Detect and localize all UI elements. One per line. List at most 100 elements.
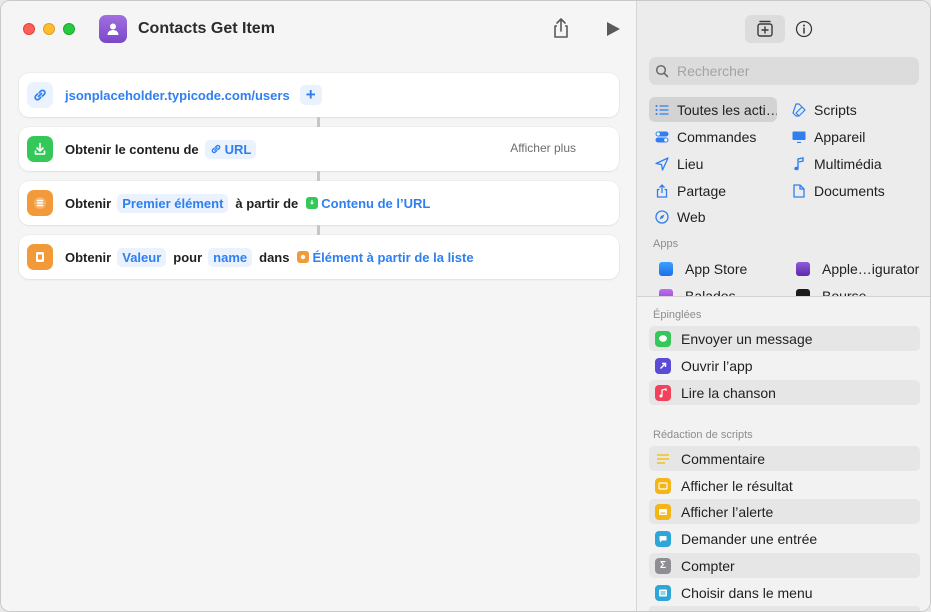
- url-action[interactable]: jsonplaceholder.typicode.com/users +: [19, 73, 619, 117]
- scripts-icon: [792, 102, 806, 117]
- pinned-send-message[interactable]: Envoyer un message: [649, 326, 920, 351]
- category-label: Appareil: [814, 128, 866, 145]
- dictionary-icon: [27, 244, 53, 270]
- scripting-section-label: Rédaction de scripts: [653, 429, 753, 441]
- message-bubble-icon: [655, 330, 671, 347]
- pinned-open-app[interactable]: Ouvrir l’app: [649, 353, 920, 378]
- get-value-action[interactable]: Obtenir Valeur pour name dans Élément à …: [19, 235, 619, 279]
- document-icon: [792, 183, 806, 198]
- script-count[interactable]: Σ Compter: [649, 553, 920, 578]
- list-item-label: Élément à partir de la liste: [312, 249, 474, 265]
- add-url-button[interactable]: +: [299, 85, 322, 105]
- quick-look-icon: [655, 477, 671, 494]
- category-label: Lieu: [677, 155, 704, 172]
- row-label: Envoyer un message: [681, 330, 813, 347]
- script-show-alert[interactable]: Afficher l’alerte: [649, 499, 920, 524]
- search-input[interactable]: [677, 63, 907, 79]
- list-icon: [297, 251, 310, 263]
- apps-clip: Balados Bourse: [637, 283, 930, 296]
- action-text: Obtenir le contenu de: [65, 141, 199, 157]
- shortcut-title[interactable]: Contacts Get Item: [138, 20, 275, 38]
- row-label: Afficher le résultat: [681, 477, 793, 494]
- category-label: Multimédia: [814, 155, 882, 172]
- shortcut-editor: Contacts Get Item jsonplaceholder.typico…: [1, 1, 636, 611]
- script-row-partial: [649, 606, 920, 611]
- contact-icon[interactable]: [99, 15, 127, 43]
- url-value[interactable]: jsonplaceholder.typicode.com/users: [65, 88, 290, 103]
- category-label: Web: [677, 208, 706, 225]
- key-token[interactable]: name: [208, 247, 253, 267]
- comment-lines-icon: [655, 451, 671, 467]
- shortcuts-window: Contacts Get Item jsonplaceholder.typico…: [0, 0, 931, 612]
- category-media[interactable]: Multimédia: [786, 151, 921, 176]
- list-bullet-icon: [655, 103, 669, 117]
- action-text-1: Obtenir: [65, 249, 112, 265]
- category-label: Scripts: [814, 101, 857, 118]
- share-icon[interactable]: [551, 17, 571, 39]
- show-more-button[interactable]: Afficher plus: [510, 141, 576, 155]
- get-item-action[interactable]: Obtenir Premier élément à partir de Cont…: [19, 181, 619, 225]
- row-label: Commentaire: [681, 450, 766, 467]
- app-label: Bourse: [822, 287, 867, 297]
- category-sharing[interactable]: Partage: [649, 178, 777, 203]
- app-apple-configurator[interactable]: Apple…igurator: [790, 256, 925, 281]
- download-icon: [27, 136, 53, 162]
- row-label: Afficher l’alerte: [681, 503, 774, 520]
- link-icon: [211, 144, 220, 154]
- action-connector: [317, 171, 320, 181]
- category-controls[interactable]: Commandes: [649, 124, 777, 149]
- url-contents-label: Contenu de l’URL: [321, 195, 431, 211]
- category-location[interactable]: Lieu: [649, 151, 777, 176]
- category-device[interactable]: Appareil: [786, 124, 921, 149]
- value-token[interactable]: Valeur: [117, 247, 167, 267]
- script-comment[interactable]: Commentaire: [649, 446, 920, 471]
- get-contents-action[interactable]: Obtenir le contenu de URL Afficher plus: [19, 127, 619, 171]
- list-item-token[interactable]: Élément à partir de la liste: [295, 248, 475, 267]
- row-label: Compter: [681, 557, 735, 574]
- script-show-result[interactable]: Afficher le résultat: [649, 473, 920, 498]
- podcasts-icon: [659, 288, 673, 296]
- app-app-store[interactable]: App Store: [653, 256, 781, 281]
- script-choose-from-menu[interactable]: Choisir dans le menu: [649, 580, 920, 605]
- location-arrow-icon: [655, 156, 669, 171]
- library-toggle-button[interactable]: [745, 15, 785, 43]
- action-connector: [317, 117, 320, 127]
- music-note-icon: [792, 156, 806, 171]
- monitor-icon: [792, 130, 806, 144]
- close-button[interactable]: [23, 23, 35, 35]
- url-token[interactable]: URL: [204, 139, 257, 159]
- play-icon[interactable]: [604, 20, 622, 38]
- script-ask-for-input[interactable]: Demander une entrée: [649, 526, 920, 551]
- row-label: Choisir dans le menu: [681, 584, 813, 601]
- minimize-button[interactable]: [43, 23, 55, 35]
- music-note-icon: [655, 384, 671, 401]
- app-stocks[interactable]: Bourse: [790, 283, 925, 296]
- title-bar: Contacts Get Item: [1, 1, 636, 57]
- url-contents-token[interactable]: Contenu de l’URL: [304, 194, 432, 213]
- category-all-actions[interactable]: Toutes les acti…: [649, 97, 777, 122]
- menu-icon: [655, 584, 671, 601]
- share-icon: [655, 183, 669, 198]
- row-label: Ouvrir l’app: [681, 357, 753, 374]
- category-web[interactable]: Web: [649, 204, 777, 229]
- category-label: Documents: [814, 182, 885, 199]
- category-documents[interactable]: Documents: [786, 178, 921, 203]
- download-icon: [306, 197, 319, 209]
- toggle-icon: [655, 130, 669, 144]
- category-label: Commandes: [677, 128, 757, 145]
- search-field[interactable]: [649, 57, 919, 85]
- item-selector-token[interactable]: Premier élément: [117, 193, 229, 213]
- apps-section-label: Apps: [653, 238, 679, 250]
- app-label: Apple…igurator: [822, 260, 920, 277]
- pinned-play-song[interactable]: Lire la chanson: [649, 380, 920, 405]
- compass-icon: [655, 209, 669, 224]
- category-scripts[interactable]: Scripts: [786, 97, 921, 122]
- info-icon[interactable]: [793, 18, 815, 40]
- row-label: Lire la chanson: [681, 384, 776, 401]
- action-library-sidebar: Toutes les acti… Commandes Lieu Partage …: [636, 1, 930, 611]
- zoom-button[interactable]: [63, 23, 75, 35]
- app-podcasts[interactable]: Balados: [653, 283, 781, 296]
- action-text-2: pour: [173, 249, 203, 265]
- apple-configurator-icon: [796, 261, 810, 276]
- stocks-icon: [796, 288, 810, 296]
